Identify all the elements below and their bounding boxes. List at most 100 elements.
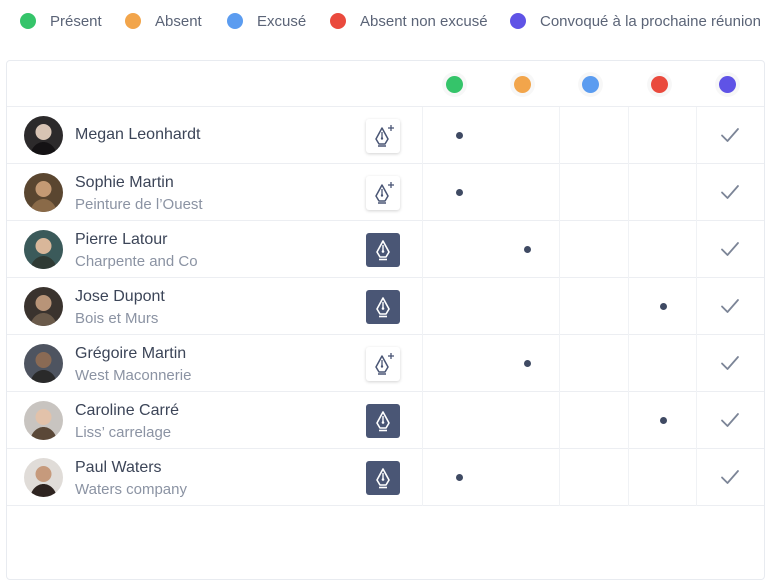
pen-nib-plus-icon bbox=[375, 125, 394, 147]
add-signature-button[interactable] bbox=[366, 119, 400, 153]
signed-button[interactable] bbox=[366, 461, 400, 495]
attendee-name: Megan Leonhardt bbox=[75, 126, 201, 143]
avatar[interactable] bbox=[24, 401, 63, 440]
present-column-dot-icon bbox=[446, 76, 463, 93]
check-icon[interactable] bbox=[719, 352, 741, 374]
absent-column-dot-icon bbox=[514, 76, 531, 93]
column-divider bbox=[628, 278, 629, 335]
attendee-name: Pierre Latour bbox=[75, 231, 168, 248]
present-mark[interactable] bbox=[456, 132, 463, 139]
legend-label: Convoqué à la prochaine réunion bbox=[540, 12, 761, 30]
avatar[interactable] bbox=[24, 230, 63, 269]
attendee-company: Charpente and Co bbox=[75, 253, 198, 270]
absent-unexcused-mark[interactable] bbox=[660, 303, 667, 310]
column-divider bbox=[696, 221, 697, 278]
attendee-name: Grégoire Martin bbox=[75, 345, 187, 362]
legend-label: Présent bbox=[50, 12, 102, 30]
legend-label: Excusé bbox=[257, 12, 307, 30]
check-icon[interactable] bbox=[719, 124, 741, 146]
column-divider bbox=[628, 107, 629, 164]
attendance-table: Megan Leonhardt Sophie Martin Peinture de … bbox=[6, 60, 765, 580]
column-divider bbox=[422, 107, 423, 164]
avatar[interactable] bbox=[24, 173, 63, 212]
column-divider bbox=[696, 449, 697, 506]
attendee-company: Bois et Murs bbox=[75, 310, 159, 327]
attendee-company: West Maconnerie bbox=[75, 367, 192, 384]
legend-item-convoked: Convoqué à la prochaine réunion bbox=[510, 11, 761, 31]
table-row: Sophie Martin Peinture de l’Ouest bbox=[7, 164, 764, 221]
check-icon[interactable] bbox=[719, 181, 741, 203]
column-divider bbox=[696, 164, 697, 221]
avatar[interactable] bbox=[24, 458, 63, 497]
table-row: Paul Waters Waters company bbox=[7, 449, 764, 506]
absent-unexcused-dot-icon bbox=[330, 13, 346, 29]
column-divider bbox=[696, 107, 697, 164]
column-divider bbox=[628, 335, 629, 392]
column-divider bbox=[559, 107, 560, 164]
absent-unexcused-column-dot-icon bbox=[651, 76, 668, 93]
column-divider bbox=[696, 335, 697, 392]
column-divider bbox=[559, 392, 560, 449]
table-row: Pierre Latour Charpente and Co bbox=[7, 221, 764, 278]
check-icon[interactable] bbox=[719, 295, 741, 317]
column-divider bbox=[696, 278, 697, 335]
table-header bbox=[7, 61, 764, 107]
column-divider bbox=[422, 164, 423, 221]
column-divider bbox=[559, 335, 560, 392]
column-divider bbox=[422, 392, 423, 449]
signed-button[interactable] bbox=[366, 290, 400, 324]
absent-unexcused-mark[interactable] bbox=[660, 417, 667, 424]
column-divider bbox=[422, 335, 423, 392]
convoked-column-dot-icon bbox=[719, 76, 736, 93]
column-divider bbox=[628, 392, 629, 449]
column-divider bbox=[559, 221, 560, 278]
check-icon[interactable] bbox=[719, 466, 741, 488]
present-mark[interactable] bbox=[456, 189, 463, 196]
legend-item-absent-unexcused: Absent non excusé bbox=[330, 11, 488, 31]
pen-nib-plus-icon bbox=[375, 182, 394, 204]
excused-dot-icon bbox=[227, 13, 243, 29]
table-row: Megan Leonhardt bbox=[7, 107, 764, 164]
signed-button[interactable] bbox=[366, 404, 400, 438]
attendee-name: Caroline Carré bbox=[75, 402, 180, 419]
convoked-dot-icon bbox=[510, 13, 526, 29]
status-legend: Présent Absent Excusé Absent non excusé … bbox=[0, 0, 770, 44]
legend-item-absent: Absent bbox=[125, 11, 202, 31]
pen-nib-icon bbox=[376, 468, 390, 489]
column-divider bbox=[628, 221, 629, 278]
legend-item-excused: Excusé bbox=[227, 11, 306, 31]
column-divider bbox=[628, 164, 629, 221]
table-row: Grégoire Martin West Maconnerie bbox=[7, 335, 764, 392]
column-divider bbox=[422, 449, 423, 506]
legend-label: Absent bbox=[155, 12, 202, 30]
avatar[interactable] bbox=[24, 116, 63, 155]
column-divider bbox=[559, 278, 560, 335]
add-signature-button[interactable] bbox=[366, 347, 400, 381]
legend-label: Absent non excusé bbox=[360, 12, 488, 30]
absent-dot-icon bbox=[125, 13, 141, 29]
column-divider bbox=[696, 392, 697, 449]
present-mark[interactable] bbox=[456, 474, 463, 481]
column-divider bbox=[628, 449, 629, 506]
legend-item-present: Présent bbox=[20, 11, 102, 31]
attendee-company: Liss’ carrelage bbox=[75, 424, 172, 441]
attendee-name: Sophie Martin bbox=[75, 174, 174, 191]
avatar[interactable] bbox=[24, 344, 63, 383]
table-row: Caroline Carré Liss’ carrelage bbox=[7, 392, 764, 449]
avatar[interactable] bbox=[24, 287, 63, 326]
pen-nib-plus-icon bbox=[375, 353, 394, 375]
table-row: Jose Dupont Bois et Murs bbox=[7, 278, 764, 335]
pen-nib-icon bbox=[376, 411, 390, 432]
attendee-company: Peinture de l’Ouest bbox=[75, 196, 203, 213]
check-icon[interactable] bbox=[719, 238, 741, 260]
present-dot-icon bbox=[20, 13, 36, 29]
signed-button[interactable] bbox=[366, 233, 400, 267]
absent-mark[interactable] bbox=[524, 360, 531, 367]
add-signature-button[interactable] bbox=[366, 176, 400, 210]
attendee-name: Paul Waters bbox=[75, 459, 162, 476]
absent-mark[interactable] bbox=[524, 246, 531, 253]
column-divider bbox=[559, 449, 560, 506]
pen-nib-icon bbox=[376, 297, 390, 318]
check-icon[interactable] bbox=[719, 409, 741, 431]
column-divider bbox=[422, 221, 423, 278]
